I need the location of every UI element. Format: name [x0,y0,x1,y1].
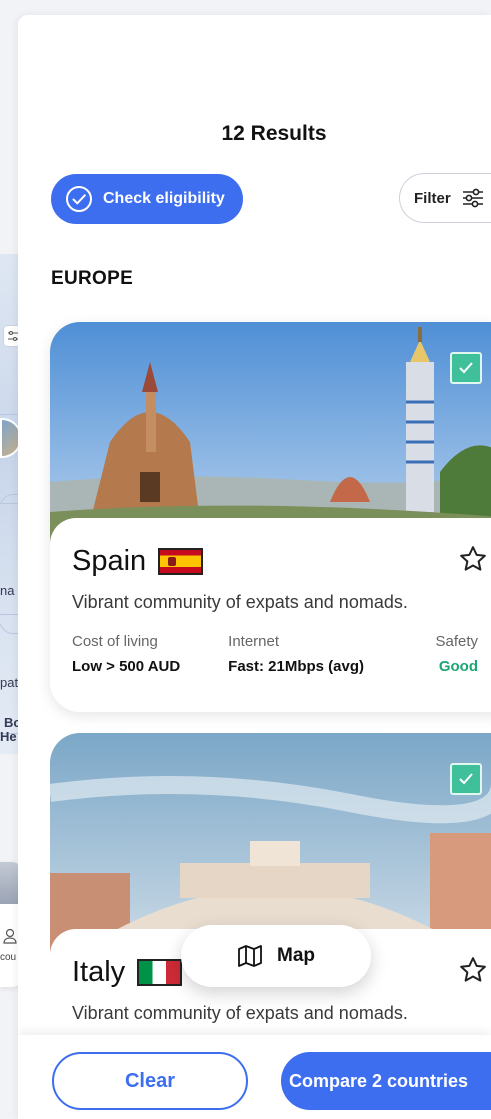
check-eligibility-button[interactable]: Check eligibility [51,174,243,224]
filter-label: Filter [414,189,451,207]
star-icon[interactable] [458,544,488,574]
background-text: na [0,583,15,598]
destination-info: Spain Vibrant community of expats and no… [50,518,491,712]
country-name: Italy [72,956,126,988]
background-card-label: cou [0,952,17,963]
filter-button[interactable]: Filter [399,173,491,223]
check-circle-icon [66,186,92,212]
results-sheet: 12 Results Check eligibility Filter EURO… [18,15,491,1119]
map-label: Map [277,945,315,966]
country-name: Spain [72,545,147,577]
italy-flag-icon [137,959,183,986]
safety-value: Good [438,658,478,675]
region-heading: EUROPE [51,268,134,289]
selected-checkbox[interactable] [450,352,482,384]
country-description: Vibrant community of expats and nomads. [72,1003,408,1023]
clear-button[interactable]: Clear [52,1052,248,1110]
results-title: 12 Results [221,122,327,145]
country-description: Vibrant community of expats and nomads. [72,592,408,612]
destination-card-spain[interactable]: Spain Vibrant community of expats and no… [50,322,491,712]
background-text: pat [0,675,19,690]
selected-checkbox[interactable] [450,763,482,795]
internet-label: Internet [228,633,280,650]
star-icon[interactable] [458,955,488,985]
spain-flag-icon [158,548,204,575]
bottom-action-bar: Clear Compare 2 countries [18,1035,491,1119]
user-icon [3,928,17,944]
country-stats: Cost of living Low > 500 AUD Internet Fa… [72,633,478,675]
internet-value: Fast: 21Mbps (avg) [228,658,365,675]
map-icon [238,945,262,967]
checkmark-icon [459,773,473,785]
cost-label: Cost of living [72,633,158,650]
check-eligibility-label: Check eligibility [103,190,225,207]
checkmark-icon [459,362,473,374]
map-button[interactable]: Map [181,925,371,987]
cost-value: Low > 500 AUD [72,658,181,675]
sliders-icon [462,188,483,208]
compare-button[interactable]: Compare 2 countries [281,1052,491,1110]
safety-label: Safety [435,633,478,650]
background-text: He [0,729,17,744]
